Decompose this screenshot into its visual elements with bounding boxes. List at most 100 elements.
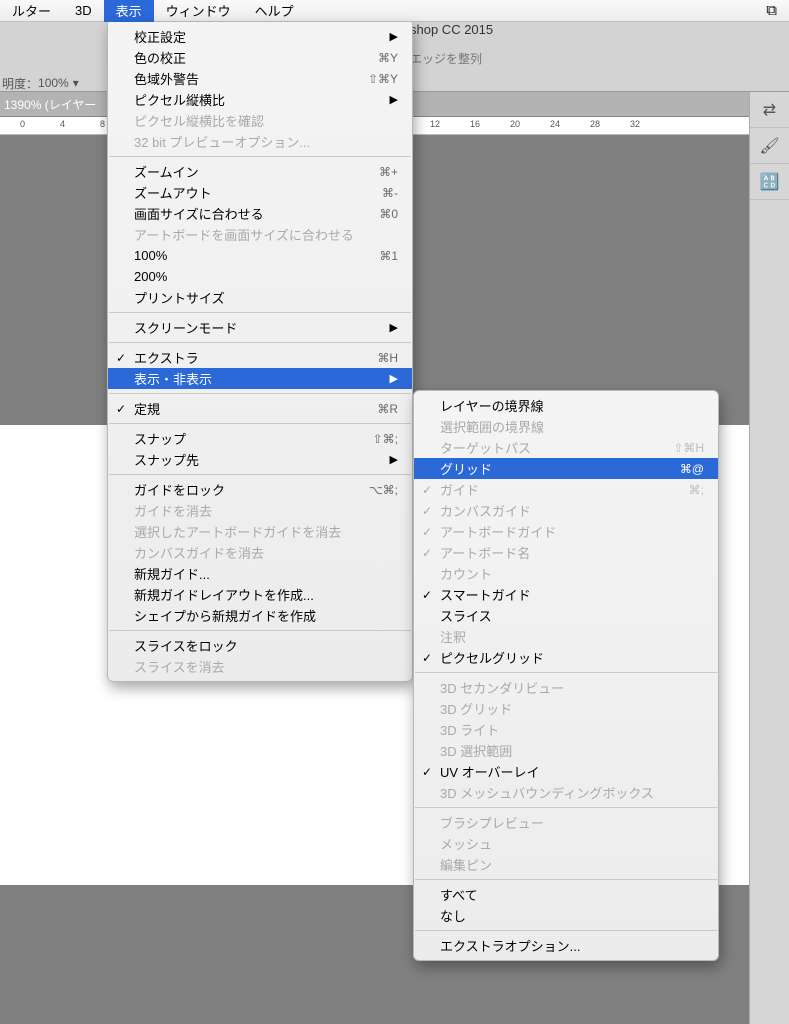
show-hide-item[interactable]: なし (414, 905, 718, 926)
view-menu-item-label: 32 bit プレビューオプション... (134, 132, 398, 151)
view-menu-item-label: 校正設定 (134, 27, 366, 46)
view-menu-item: アートボードを画面サイズに合わせる (108, 224, 412, 245)
keyboard-shortcut: ⇧⌘H (673, 441, 704, 455)
show-hide-item: 注釈 (414, 626, 718, 647)
view-menu-item-label: 選択したアートボードガイドを消去 (134, 522, 398, 541)
view-menu-item[interactable]: 色域外警告⇧⌘Y (108, 68, 412, 89)
show-hide-item: ✓アートボードガイド (414, 521, 718, 542)
document-tab[interactable]: 1390% (レイヤー (4, 96, 96, 113)
view-menu-item-label: 200% (134, 269, 398, 284)
show-hide-item: 3D セカンダリビュー (414, 677, 718, 698)
view-menu-item[interactable]: スライスをロック (108, 635, 412, 656)
checkmark-icon: ✓ (422, 504, 432, 518)
show-hide-item: 3D ライト (414, 719, 718, 740)
option-align-edges[interactable]: エッジを整列 (410, 50, 482, 67)
checkmark-icon: ✓ (422, 765, 432, 779)
view-menu-separator (109, 474, 411, 475)
view-menu-item-label: 新規ガイドレイアウトを作成... (134, 585, 398, 604)
show-hide-item-label: 3D メッシュバウンディングボックス (440, 783, 704, 802)
view-menu-item[interactable]: 新規ガイドレイアウトを作成... (108, 584, 412, 605)
view-menu-item[interactable]: ガイドをロック⌥⌘; (108, 479, 412, 500)
view-menu-item-label: シェイプから新規ガイドを作成 (134, 606, 398, 625)
menu-window[interactable]: ウィンドウ (154, 0, 243, 22)
show-hide-item-label: カンバスガイド (440, 501, 704, 520)
view-menu-item-label: プリントサイズ (134, 288, 398, 307)
show-hide-item-label: ガイド (440, 480, 665, 499)
view-menu-item[interactable]: 200% (108, 266, 412, 287)
opacity-value: 100% (38, 76, 69, 90)
keyboard-shortcut: ⌘- (382, 186, 398, 200)
view-menu-item-label: アートボードを画面サイズに合わせる (134, 225, 398, 244)
show-hide-item-label: 注釈 (440, 627, 704, 646)
view-menu-item[interactable]: プリントサイズ (108, 287, 412, 308)
system-tray-icon[interactable]: ⧉ (754, 2, 789, 19)
view-menu-item[interactable]: スクリーンモード▶ (108, 317, 412, 338)
view-menu-item-label: スライスをロック (134, 636, 398, 655)
show-hide-item[interactable]: レイヤーの境界線 (414, 395, 718, 416)
view-menu-item[interactable]: 100%⌘1 (108, 245, 412, 266)
ruler-tick: 16 (470, 119, 480, 129)
view-menu-item[interactable]: ズームアウト⌘- (108, 182, 412, 203)
view-menu-item[interactable]: 校正設定▶ (108, 26, 412, 47)
view-menu-item-label: 定規 (134, 399, 353, 418)
view-menu-item[interactable]: 画面サイズに合わせる⌘0 (108, 203, 412, 224)
right-panel-dock: ⇄ 🖌 🔠 (749, 92, 789, 1024)
ruler-tick: 32 (630, 119, 640, 129)
menu-3d[interactable]: 3D (63, 0, 104, 22)
view-menu-item[interactable]: スナップ⇧⌘; (108, 428, 412, 449)
show-hide-item: ✓ガイド⌘; (414, 479, 718, 500)
view-menu-item: ガイドを消去 (108, 500, 412, 521)
show-hide-item[interactable]: ✓ UV オーバーレイ (414, 761, 718, 782)
view-menu-item[interactable]: スナップ先▶ (108, 449, 412, 470)
show-hide-item: 選択範囲の境界線 (414, 416, 718, 437)
show-hide-item-label: スライス (440, 606, 704, 625)
view-menu-item[interactable]: ✓エクストラ⌘H (108, 347, 412, 368)
keyboard-shortcut: ⌘Y (378, 51, 398, 65)
view-menu-item[interactable]: ピクセル縦横比▶ (108, 89, 412, 110)
show-hide-item[interactable]: スライス (414, 605, 718, 626)
view-menu-item[interactable]: シェイプから新規ガイドを作成 (108, 605, 412, 626)
view-menu-item-label: カンバスガイドを消去 (134, 543, 398, 562)
show-hide-item: メッシュ (414, 833, 718, 854)
show-hide-item[interactable]: エクストラオプション... (414, 935, 718, 956)
menu-filter[interactable]: ルター (0, 0, 63, 22)
menu-help[interactable]: ヘルプ (243, 0, 306, 22)
show-hide-item[interactable]: ✓スマートガイド (414, 584, 718, 605)
view-menu-item[interactable]: 色の校正⌘Y (108, 47, 412, 68)
view-menu-item-label: 色域外警告 (134, 69, 344, 88)
show-hide-item-label: レイヤーの境界線 (440, 396, 704, 415)
show-hide-item-label: 3D 選択範囲 (440, 741, 704, 760)
show-hide-item-label: なし (440, 906, 704, 925)
view-menu-item[interactable]: ✓定規⌘R (108, 398, 412, 419)
view-menu-item-label: ズームイン (134, 162, 355, 181)
show-hide-item-label: カウント (440, 564, 704, 583)
show-hide-item: 3D メッシュバウンディングボックス (414, 782, 718, 803)
tool-character-icon[interactable]: 🔠 (750, 164, 789, 200)
tool-adjustments-icon[interactable]: ⇄ (750, 92, 789, 128)
view-menu-item-label: スライスを消去 (134, 657, 398, 676)
show-hide-item-label: 3D ライト (440, 720, 704, 739)
view-menu-separator (109, 423, 411, 424)
menu-view[interactable]: 表示 (104, 0, 154, 22)
view-menu-item-label: ガイドをロック (134, 480, 345, 499)
show-hide-item[interactable]: グリッド⌘@ (414, 458, 718, 479)
show-hide-item-label: UV オーバーレイ (440, 762, 704, 781)
show-hide-item-label: グリッド (440, 459, 656, 478)
show-hide-item-label: アートボード名 (440, 543, 704, 562)
view-menu-item[interactable]: 表示・非表示▶ (108, 368, 412, 389)
menubar: ルター 3D 表示 ウィンドウ ヘルプ ⧉ (0, 0, 789, 22)
show-hide-item[interactable]: すべて (414, 884, 718, 905)
submenu-arrow-icon: ▶ (390, 372, 398, 385)
show-hide-item-label: スマートガイド (440, 585, 704, 604)
show-hide-separator (415, 672, 717, 673)
view-menu-item[interactable]: ズームイン⌘+ (108, 161, 412, 182)
show-hide-item[interactable]: ✓ピクセルグリッド (414, 647, 718, 668)
ruler-tick: 12 (430, 119, 440, 129)
show-hide-item: 3D 選択範囲 (414, 740, 718, 761)
show-hide-item: ✓ カンバスガイド (414, 500, 718, 521)
show-hide-item: 編集ピン (414, 854, 718, 875)
view-menu-item-label: ピクセル縦横比を確認 (134, 111, 398, 130)
tool-brushes-icon[interactable]: 🖌 (750, 128, 789, 164)
keyboard-shortcut: ⌘H (377, 351, 398, 365)
view-menu-item[interactable]: 新規ガイド... (108, 563, 412, 584)
